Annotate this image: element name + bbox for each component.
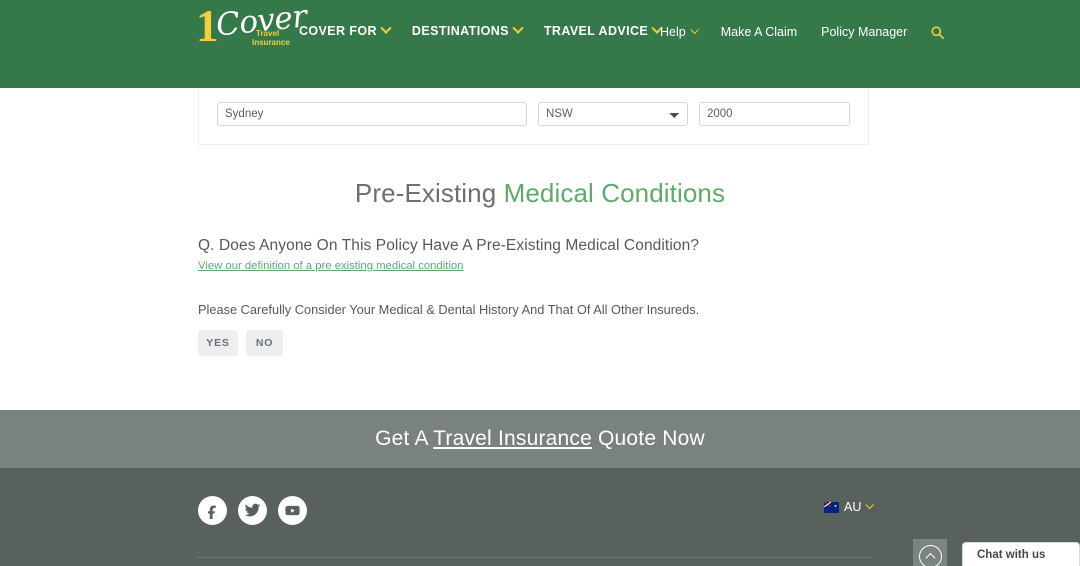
page-title: Pre-Existing Medical Conditions <box>0 178 1080 209</box>
page-root: 1 Cover Travel Insurance COVER FOR DESTI… <box>0 0 1080 566</box>
medical-question-block: Q. Does Anyone On This Policy Have A Pre… <box>198 237 898 356</box>
main-content: Pre-Existing Medical Conditions Q. Does … <box>0 145 1080 356</box>
medical-question-text: Q. Does Anyone On This Policy Have A Pre… <box>198 237 700 254</box>
nav-item-make-a-claim[interactable]: Make A Claim <box>721 25 797 39</box>
site-header: 1 Cover Travel Insurance COVER FOR DESTI… <box>0 0 1080 88</box>
city-input[interactable] <box>217 102 527 126</box>
location-form-card: NSW <box>198 88 869 145</box>
footer-divider <box>196 557 872 558</box>
cta-prefix: Get A <box>375 427 434 450</box>
definition-link[interactable]: View our definition of a pre existing me… <box>198 260 463 272</box>
page-title-part2: Medical Conditions <box>503 178 726 208</box>
social-links <box>198 496 307 525</box>
nav-item-label: Make A Claim <box>720 25 798 39</box>
youtube-icon[interactable] <box>278 496 307 525</box>
cta-link[interactable]: Travel Insurance <box>433 427 592 450</box>
cta-text: Get A Travel Insurance Quote Now <box>375 427 705 451</box>
nav-item-label: TRAVEL ADVICE <box>543 24 649 38</box>
postcode-input[interactable] <box>699 102 850 126</box>
chat-widget[interactable]: Chat with us <box>962 542 1080 566</box>
search-icon[interactable] <box>931 25 945 39</box>
nav-item-help[interactable]: Help <box>660 25 699 39</box>
no-button[interactable]: NO <box>246 330 283 356</box>
cta-suffix: Quote Now <box>591 427 705 450</box>
chat-widget-label: Chat with us <box>977 548 1046 561</box>
nav-item-cover-for[interactable]: COVER FOR <box>299 22 392 38</box>
primary-navigation: COVER FOR DESTINATIONS TRAVEL ADVICE <box>299 22 663 38</box>
chevron-up-icon <box>918 544 942 566</box>
nav-item-travel-advice[interactable]: TRAVEL ADVICE <box>543 22 663 38</box>
chevron-down-icon <box>380 22 392 34</box>
nav-item-label: COVER FOR <box>299 24 377 38</box>
country-label: AU <box>844 500 862 514</box>
logo-subtitle-insurance: Insurance <box>252 38 290 47</box>
medical-advice-text: Please Carefully Consider Your Medical &… <box>198 302 700 317</box>
australia-flag-icon <box>824 501 839 513</box>
twitter-icon[interactable] <box>238 496 267 525</box>
nav-item-label: Help <box>660 25 686 39</box>
yes-no-button-group: YES NO <box>198 330 898 356</box>
logo-subtitle-travel: Travel <box>256 29 280 38</box>
cta-band: Get A Travel Insurance Quote Now <box>0 410 1080 468</box>
chevron-down-icon <box>512 22 524 34</box>
state-select[interactable]: NSW <box>537 102 688 126</box>
nav-item-label: Policy Manager <box>821 25 908 39</box>
nav-item-destinations[interactable]: DESTINATIONS <box>411 22 524 38</box>
page-title-part1: Pre-Existing <box>354 178 504 208</box>
scroll-to-top-button[interactable] <box>913 539 947 566</box>
nav-item-label: DESTINATIONS <box>411 24 509 38</box>
utility-navigation: Help Make A Claim Policy Manager <box>660 25 945 39</box>
facebook-icon[interactable] <box>198 496 227 525</box>
yes-button[interactable]: YES <box>198 330 238 356</box>
chevron-down-icon <box>690 25 699 35</box>
site-logo[interactable]: 1 Cover Travel Insurance <box>196 0 308 50</box>
country-selector[interactable]: AU <box>824 500 875 514</box>
nav-item-policy-manager[interactable]: Policy Manager <box>821 25 907 39</box>
